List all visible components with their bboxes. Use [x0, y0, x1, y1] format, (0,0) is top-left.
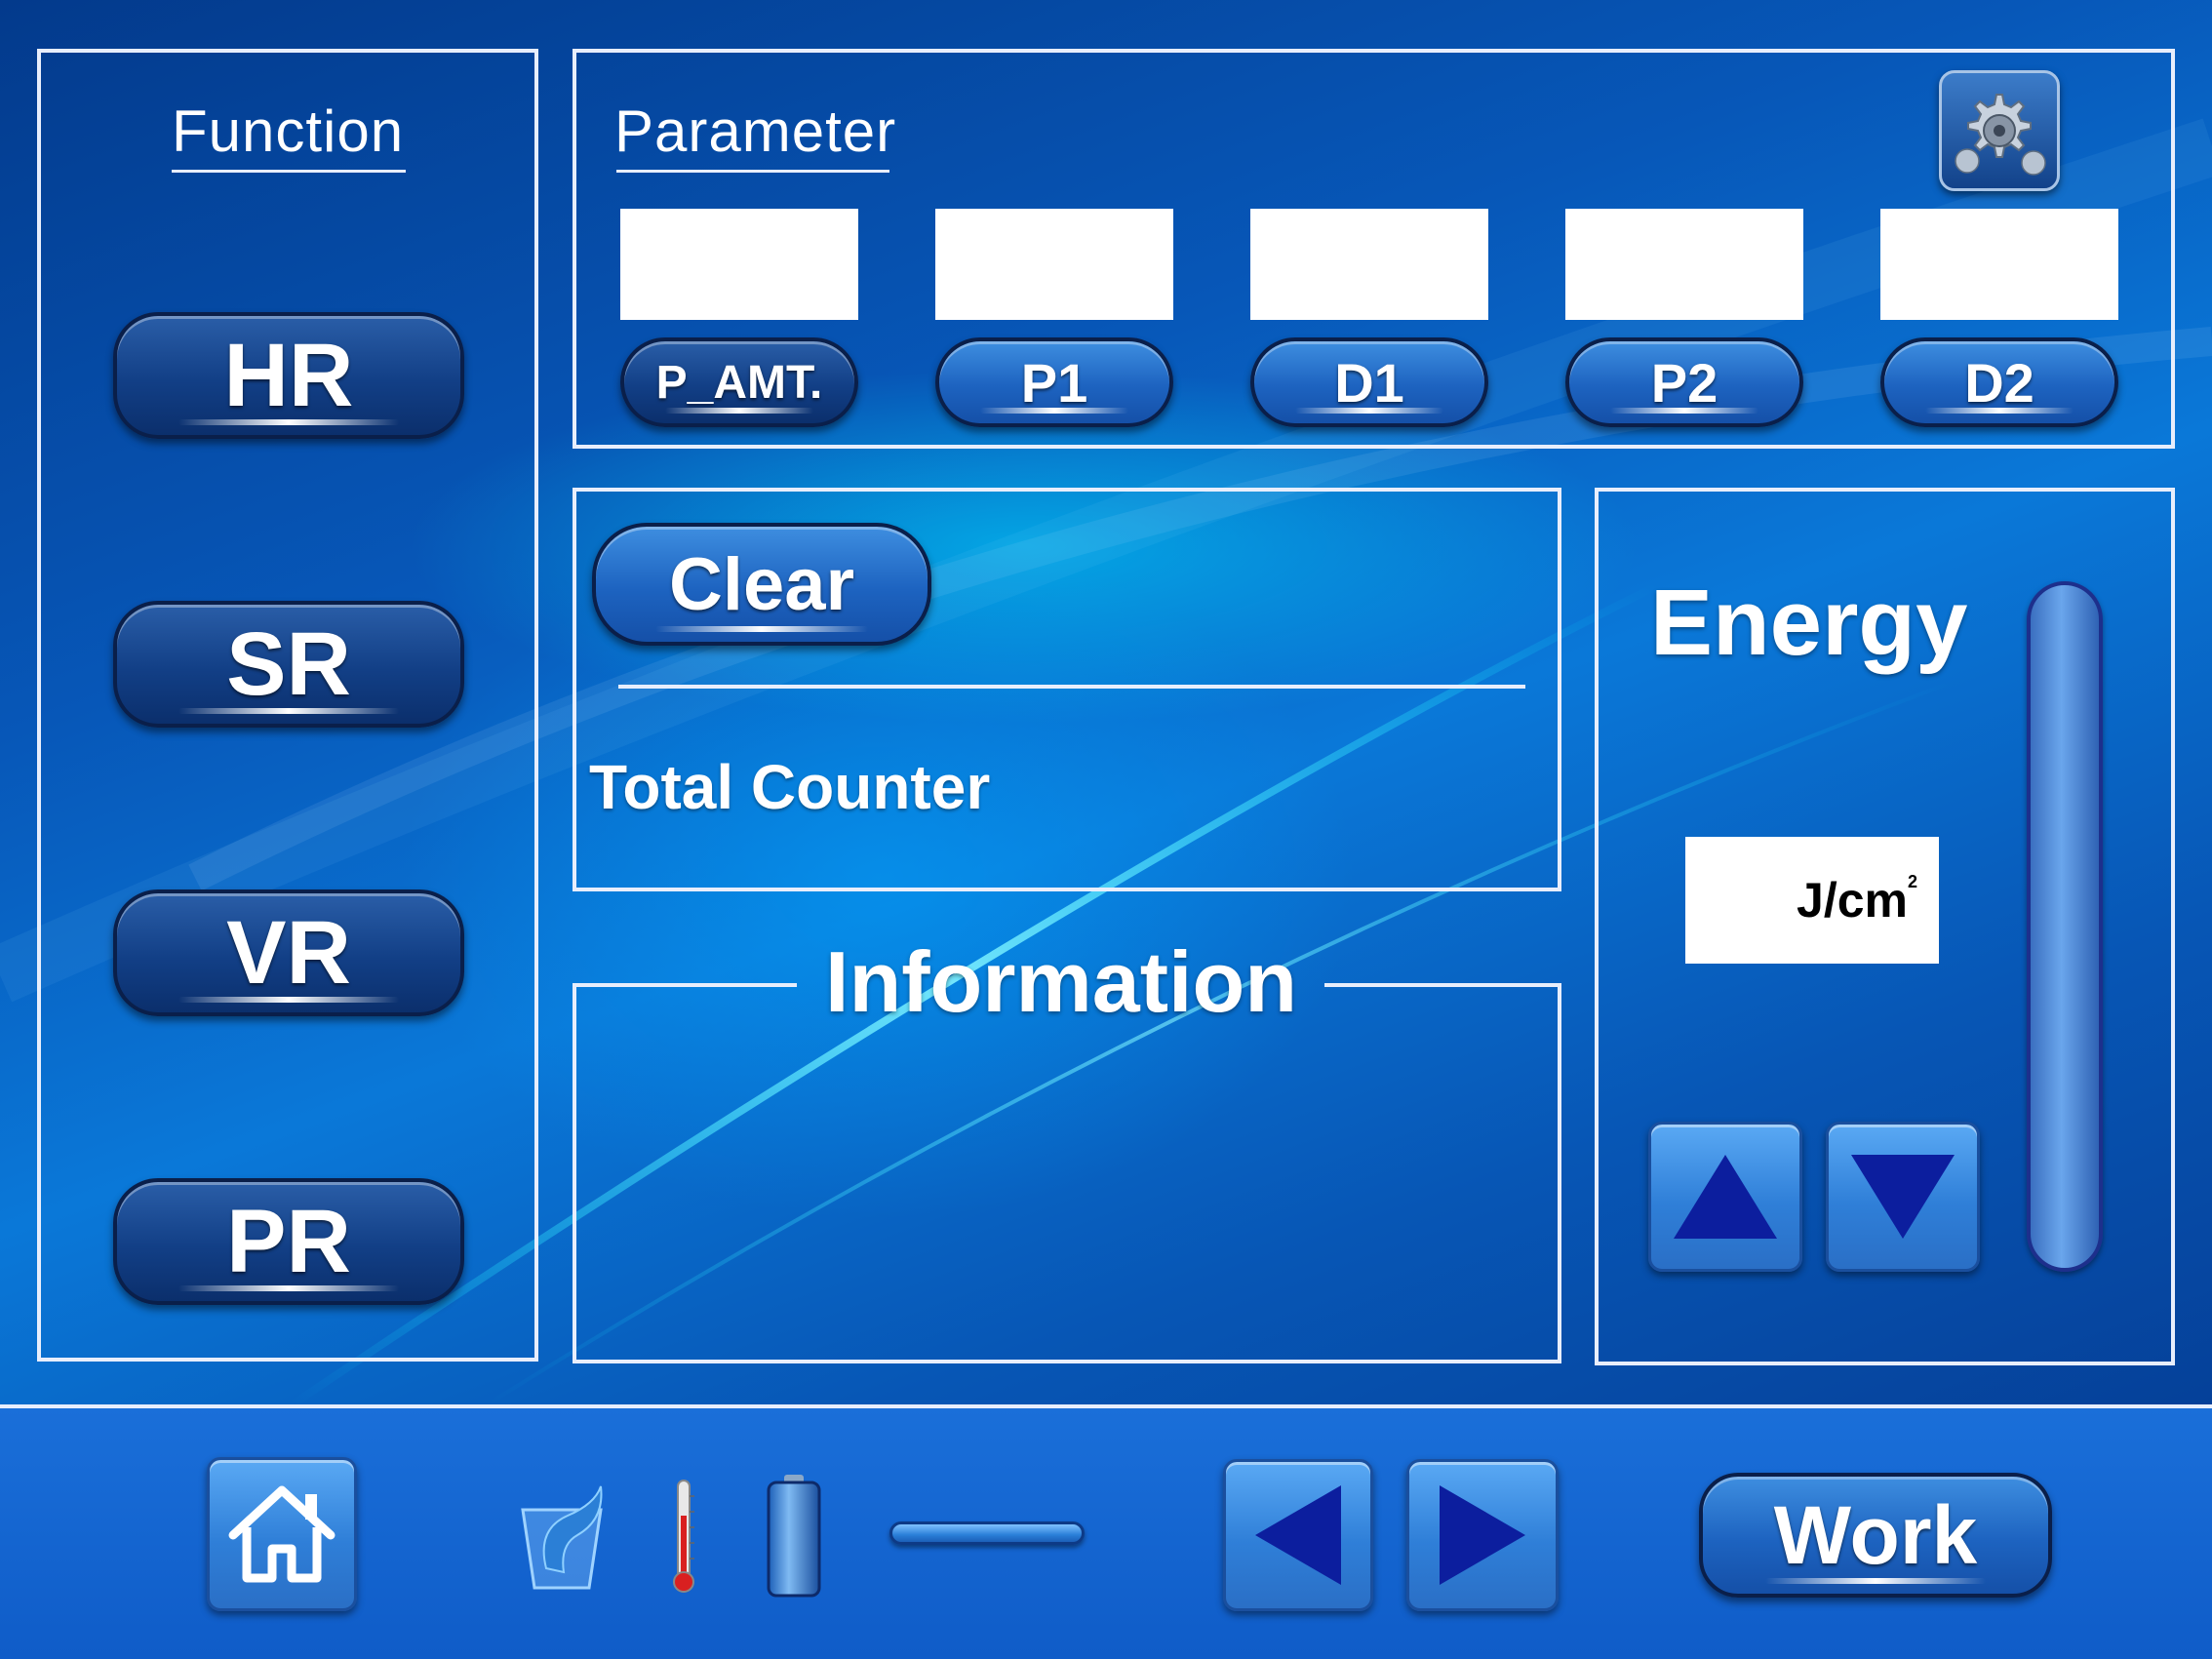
function-vr-label: VR: [226, 902, 351, 1003]
param-p1-label: P1: [1020, 351, 1088, 414]
status-bar-indicator: [889, 1521, 1085, 1545]
param-d2-value-box: [1880, 209, 2118, 320]
clear-label: Clear: [668, 542, 855, 626]
information-border-top-left: [573, 983, 797, 987]
energy-unit: J/cm: [1797, 873, 1908, 928]
next-button[interactable]: [1406, 1459, 1559, 1611]
function-sr-label: SR: [226, 613, 351, 714]
gear-icon: [1955, 94, 2046, 176]
energy-unit-exponent: 2: [1907, 872, 1917, 891]
function-title-underline: [172, 170, 406, 173]
triangle-left-icon: [1255, 1485, 1341, 1585]
triangle-down-icon: [1851, 1155, 1955, 1239]
function-pr-button[interactable]: PR: [113, 1178, 464, 1305]
parameter-title-underline: [616, 170, 889, 173]
water-cup-icon: [521, 1485, 603, 1590]
param-p2-label: P2: [1650, 351, 1718, 414]
energy-title: Energy: [1650, 571, 1968, 675]
settings-button[interactable]: [1939, 70, 2060, 191]
param-d2-button[interactable]: D2: [1880, 337, 2118, 427]
param-d2-label: D2: [1964, 351, 2034, 414]
function-vr-button[interactable]: VR: [113, 889, 464, 1016]
prev-button[interactable]: [1223, 1459, 1373, 1611]
counter-divider: [618, 685, 1525, 689]
energy-value-box: J/cm 2: [1685, 837, 1939, 964]
param-p2-button[interactable]: P2: [1565, 337, 1803, 427]
param-d1-label: D1: [1334, 351, 1404, 414]
function-title: Function: [172, 99, 405, 164]
triangle-right-icon: [1440, 1485, 1525, 1585]
work-label: Work: [1773, 1488, 1978, 1581]
energy-slider-track[interactable]: [2027, 581, 2103, 1272]
function-sr-button[interactable]: SR: [113, 601, 464, 728]
information-title: Information: [825, 933, 1297, 1030]
param-p-amt-label: P_AMT.: [655, 356, 823, 409]
thermometer-icon: [673, 1480, 694, 1593]
param-d1-button[interactable]: D1: [1250, 337, 1488, 427]
param-p1-button[interactable]: P1: [935, 337, 1173, 427]
energy-up-button[interactable]: [1648, 1122, 1802, 1272]
triangle-up-icon: [1674, 1155, 1777, 1239]
param-d1-value-box: [1250, 209, 1488, 320]
function-hr-button[interactable]: HR: [113, 312, 464, 439]
battery-icon: [767, 1475, 821, 1598]
param-p-amt-button[interactable]: P_AMT.: [620, 337, 858, 427]
home-button[interactable]: [207, 1457, 357, 1611]
clear-button[interactable]: Clear: [592, 523, 931, 646]
parameter-title: Parameter: [614, 99, 897, 164]
param-p1-value-box: [935, 209, 1173, 320]
information-border-top-right: [1324, 983, 1561, 987]
total-counter-label: Total Counter: [589, 752, 991, 822]
param-p-amt-value-box: [620, 209, 858, 320]
work-button[interactable]: Work: [1699, 1473, 2052, 1598]
home-icon: [228, 1485, 336, 1583]
function-pr-label: PR: [226, 1191, 351, 1291]
param-p2-value-box: [1565, 209, 1803, 320]
energy-down-button[interactable]: [1826, 1122, 1980, 1272]
function-hr-label: HR: [223, 325, 354, 425]
information-panel: [573, 983, 1561, 1363]
